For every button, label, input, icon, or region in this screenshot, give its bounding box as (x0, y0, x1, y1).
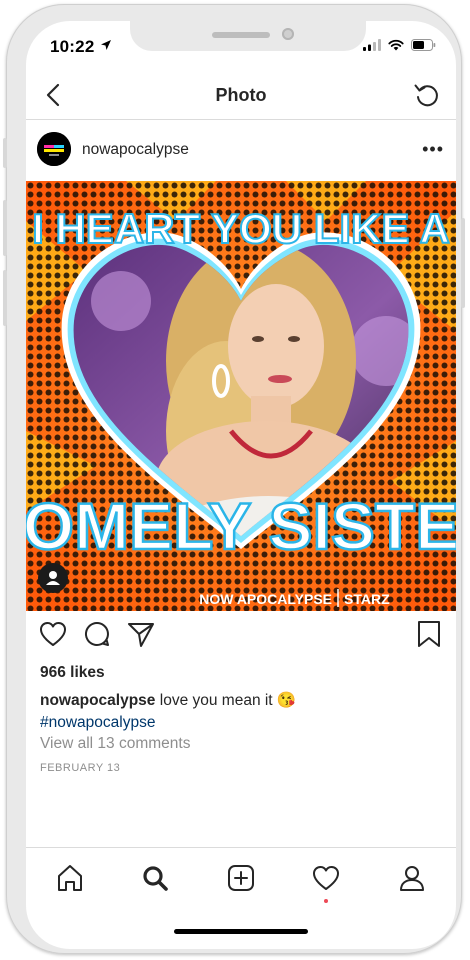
caption: nowapocalypse love you mean it 😘 #nowapo… (40, 690, 440, 734)
hashtag-link[interactable]: #nowapocalypse (40, 714, 155, 731)
location-arrow-icon (101, 40, 111, 50)
avatar[interactable] (37, 132, 71, 166)
post-username[interactable]: nowapocalypse (82, 141, 189, 159)
activity-badge-dot (324, 899, 328, 903)
status-indicators (363, 39, 436, 51)
post-artwork: I HEART YOU LIKE A HOMELY SISTER NOW APO… (26, 181, 456, 611)
brand-right: STARZ (344, 591, 390, 607)
post-actions (26, 619, 456, 653)
screen: 10:22 Photo nowapocalypse ••• I HEART YO… (26, 21, 456, 949)
more-options-icon[interactable]: ••• (422, 139, 444, 160)
new-post-icon[interactable] (225, 862, 257, 894)
caption-text: love you mean it 😘 (159, 692, 297, 709)
status-time: 10:22 (50, 37, 95, 56)
home-indicator[interactable] (174, 929, 308, 934)
volume-down-button (3, 270, 7, 326)
signal-icon (363, 39, 381, 51)
post-header: nowapocalypse ••• (26, 129, 456, 171)
speaker (212, 32, 270, 38)
comment-icon[interactable] (82, 619, 112, 649)
power-button (461, 218, 465, 308)
phone-frame: 10:22 Photo nowapocalypse ••• I HEART YO… (3, 4, 465, 954)
side-button (3, 138, 7, 168)
profile-icon[interactable] (396, 862, 428, 894)
person-icon (46, 571, 60, 585)
page-title: Photo (215, 85, 267, 105)
tab-bar (26, 847, 456, 912)
search-icon[interactable] (139, 862, 171, 894)
avatar-logo (37, 132, 71, 166)
likes-count[interactable]: 966 likes (40, 664, 105, 682)
front-camera (282, 28, 294, 40)
save-icon[interactable] (416, 619, 442, 649)
brand-left: NOW APOCALYPSE (199, 591, 332, 607)
nav-bar: Photo (26, 75, 456, 120)
wifi-icon (388, 39, 404, 51)
volume-up-button (3, 200, 7, 256)
headline-bottom: HOMELY SISTER (26, 489, 456, 563)
like-icon[interactable] (38, 619, 68, 649)
headline-top: I HEART YOU LIKE A (32, 205, 450, 252)
home-icon[interactable] (54, 862, 86, 894)
post-date: FEBRUARY 13 (40, 762, 121, 774)
tag-badge[interactable] (38, 563, 68, 593)
post-image[interactable]: I HEART YOU LIKE A HOMELY SISTER NOW APO… (26, 181, 456, 611)
caption-username[interactable]: nowapocalypse (40, 692, 155, 709)
view-comments-link[interactable]: View all 13 comments (40, 735, 190, 753)
share-icon[interactable] (126, 619, 156, 649)
activity-icon[interactable] (310, 862, 342, 894)
refresh-icon[interactable] (412, 80, 442, 110)
battery-icon (411, 39, 436, 51)
